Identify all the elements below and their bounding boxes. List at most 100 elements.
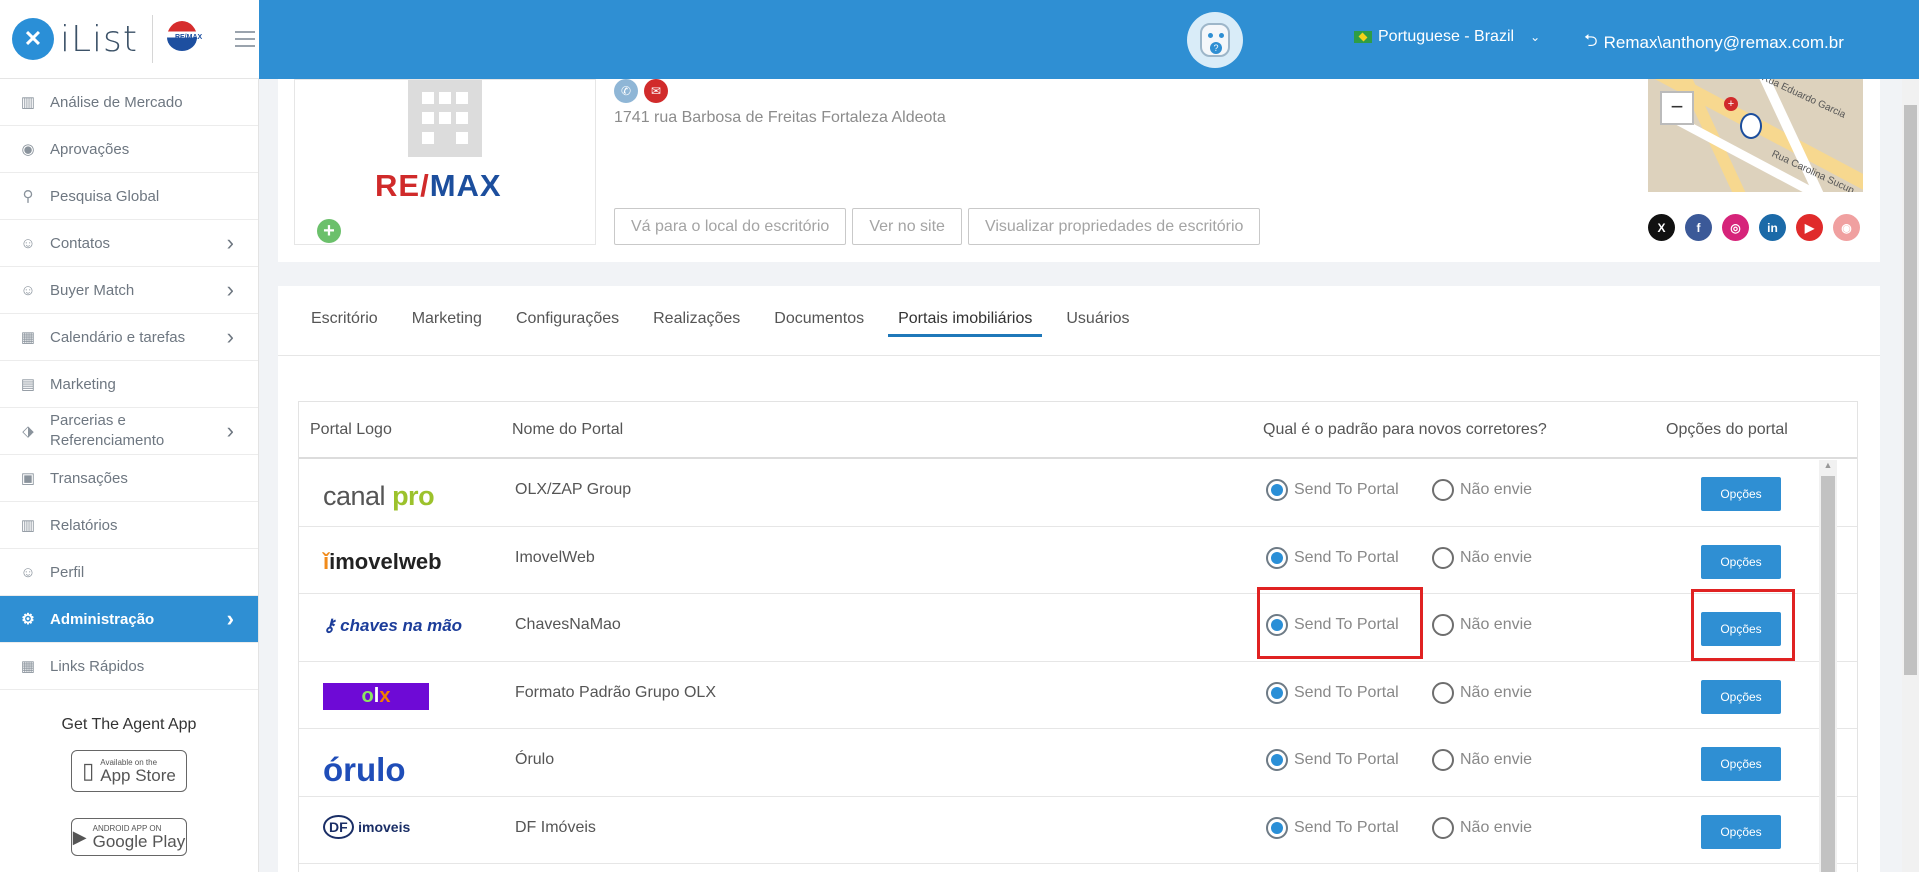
send-to-portal-radio[interactable]: Send To Portal (1266, 749, 1399, 771)
radio-circle (1432, 546, 1454, 569)
view-on-site-button[interactable]: Ver no site (852, 208, 962, 245)
page-scroll-thumb[interactable] (1904, 105, 1917, 675)
do-not-send-radio[interactable]: Não envie (1432, 479, 1532, 501)
sidebar: ▥ Análise de Mercado ◉ Aprovações ⚲ Pesquisa … (0, 79, 259, 872)
view-office-properties-button[interactable]: Visualizar propriedades de escritório (967, 208, 1261, 245)
user-icon: ☺ (20, 234, 36, 252)
sidebar-item-marketing[interactable]: ▤ Marketing (0, 361, 258, 408)
radio-circle (1432, 479, 1454, 501)
brand-divider (151, 15, 153, 63)
sidebar-item-transacoes[interactable]: ▣ Transações (0, 455, 258, 502)
radio-circle (1266, 749, 1288, 771)
page-scrollbar[interactable] (1902, 79, 1919, 872)
language-selector[interactable]: Portuguese - Brazil ⌄ (1354, 28, 1540, 46)
portal-options-button[interactable]: Opções (1701, 679, 1781, 714)
user-account-label: Remax\anthony@remax.com.br (1603, 32, 1844, 52)
briefcase-icon: ▣ (20, 470, 36, 487)
user-account-link[interactable]: ⮌ Remax\anthony@remax.com.br (1584, 28, 1844, 57)
portal-options-button[interactable]: Opções (1701, 747, 1781, 781)
go-to-office-button[interactable]: Vá para o local do escritório (614, 208, 847, 245)
google-play-button[interactable]: ▶ ANDROID APP ON Google Play (71, 818, 187, 856)
do-not-send-label: Não envie (1460, 616, 1533, 633)
app-store-big: App Store (100, 766, 176, 785)
play-triangle-icon: ▶ (72, 826, 87, 847)
add-logo-button[interactable]: + (317, 219, 341, 243)
hamburger-menu-icon[interactable] (234, 31, 255, 47)
do-not-send-radio[interactable]: Não envie (1432, 681, 1532, 704)
sidebar-item-buyer-match[interactable]: ☺ Buyer Match › (0, 267, 258, 314)
send-to-portal-label: Send To Portal (1294, 548, 1399, 566)
scroll-up-arrow-icon[interactable]: ▲ (1819, 460, 1837, 476)
map-marker-icon: + (1724, 97, 1738, 111)
weibo-icon[interactable]: ◉ (1833, 214, 1860, 241)
sidebar-item-label: Análise de Mercado (50, 93, 183, 111)
header-default-setting: Qual é o padrão para novos corretores? (1263, 421, 1547, 438)
sidebar-item-administracao[interactable]: ⚙ Administração › (0, 596, 258, 643)
chevron-right-icon: › (226, 606, 234, 631)
portal-options-button[interactable]: Opções (1701, 814, 1781, 849)
sidebar-item-parcerias-e-referenciamento[interactable]: ⬗ Parcerias e Referenciamento › (0, 408, 258, 455)
tab-realizacoes[interactable]: Realizações (653, 310, 740, 337)
send-to-portal-radio[interactable]: Send To Portal (1266, 479, 1399, 501)
user-icon: ☺ (20, 281, 36, 299)
portal-options-button[interactable]: Opções (1701, 544, 1781, 579)
portal-options-button[interactable]: Opções (1701, 477, 1781, 511)
youtube-icon[interactable]: ▶ (1796, 214, 1823, 241)
ilist-logo-text: iList (60, 18, 138, 60)
send-to-portal-radio[interactable]: Send To Portal (1266, 614, 1399, 636)
office-tabs: Escritório Marketing Configurações Realizaç… (311, 310, 1164, 337)
office-map[interactable]: − Rua Eduardo Garcia Rua Carolina Sucup … (1648, 79, 1863, 192)
tab-usuarios[interactable]: Usuários (1066, 310, 1129, 337)
gear-icon: ⚙ (21, 611, 35, 628)
sidebar-item-pesquisa-global[interactable]: ⚲ Pesquisa Global (0, 173, 258, 220)
building-icon: ▦ (20, 658, 36, 675)
send-to-portal-radio[interactable]: Send To Portal (1266, 546, 1399, 569)
ilist-logo-icon: ✕ (12, 18, 54, 60)
email-icon[interactable]: ✉ (644, 79, 668, 103)
do-not-send-radio[interactable]: Não envie (1432, 749, 1532, 771)
sidebar-item-analise-de-mercado[interactable]: ▥ Análise de Mercado (0, 79, 258, 126)
sidebar-item-aprovacoes[interactable]: ◉ Aprovações (0, 126, 258, 173)
sidebar-item-label: Calendário e tarefas (50, 328, 186, 346)
chevron-right-icon: › (226, 230, 234, 255)
linkedin-icon[interactable]: in (1759, 214, 1786, 241)
radio-circle (1432, 816, 1454, 839)
portal-options-button[interactable]: Opções (1701, 612, 1781, 646)
table-scroll-thumb[interactable] (1821, 476, 1835, 872)
brand-area: ✕ iList RE/MAX (0, 0, 259, 79)
tab-portais-imobiliarios[interactable]: Portais imobiliários (888, 310, 1043, 337)
search-icon: ⚲ (22, 188, 34, 205)
chevron-right-icon: › (226, 324, 234, 349)
sidebar-item-calendario-e-tarefas[interactable]: ▦ Calendário e tarefas › (0, 314, 258, 361)
tab-marketing[interactable]: Marketing (412, 310, 482, 337)
sidebar-item-label: Buyer Match (50, 281, 135, 299)
phone-icon[interactable]: ✆ (614, 79, 638, 103)
book-icon: ▤ (20, 376, 36, 393)
sidebar-item-label: Perfil (50, 563, 85, 581)
do-not-send-radio[interactable]: Não envie (1432, 546, 1533, 569)
app-store-button[interactable]: ▯ Available on the App Store (71, 750, 187, 792)
do-not-send-radio[interactable]: Não envie (1432, 816, 1532, 839)
eye-icon: ◉ (21, 141, 35, 158)
portal-name: DF Imóveis (515, 818, 596, 836)
sidebar-item-relatorios[interactable]: ▥ Relatórios (0, 502, 258, 549)
sidebar-item-perfil[interactable]: ☺ Perfil (0, 549, 258, 596)
radio-circle (1266, 816, 1288, 839)
x-icon[interactable]: X (1648, 214, 1675, 241)
assistant-robot-icon[interactable]: ? (1187, 12, 1243, 68)
tab-configuracoes[interactable]: Configurações (516, 310, 619, 337)
do-not-send-label: Não envie (1460, 548, 1533, 566)
facebook-icon[interactable]: f (1685, 214, 1712, 241)
send-to-portal-radio[interactable]: Send To Portal (1266, 816, 1399, 839)
sidebar-item-links-rapidos[interactable]: ▦ Links Rápidos (0, 643, 258, 690)
table-scrollbar[interactable]: ▲ (1819, 460, 1837, 872)
send-to-portal-radio[interactable]: Send To Portal (1266, 681, 1399, 704)
tab-documentos[interactable]: Documentos (774, 310, 864, 337)
map-zoom-out-button[interactable]: − (1660, 91, 1694, 125)
sidebar-item-contatos[interactable]: ☺ Contatos › (0, 220, 258, 267)
apple-phone-icon: ▯ (82, 758, 95, 783)
tab-escritorio[interactable]: Escritório (311, 310, 378, 337)
office-details-card: Escritório Marketing Configurações Realizaç… (278, 286, 1880, 872)
instagram-icon[interactable]: ◎ (1722, 214, 1749, 241)
do-not-send-radio[interactable]: Não envie (1432, 614, 1532, 636)
